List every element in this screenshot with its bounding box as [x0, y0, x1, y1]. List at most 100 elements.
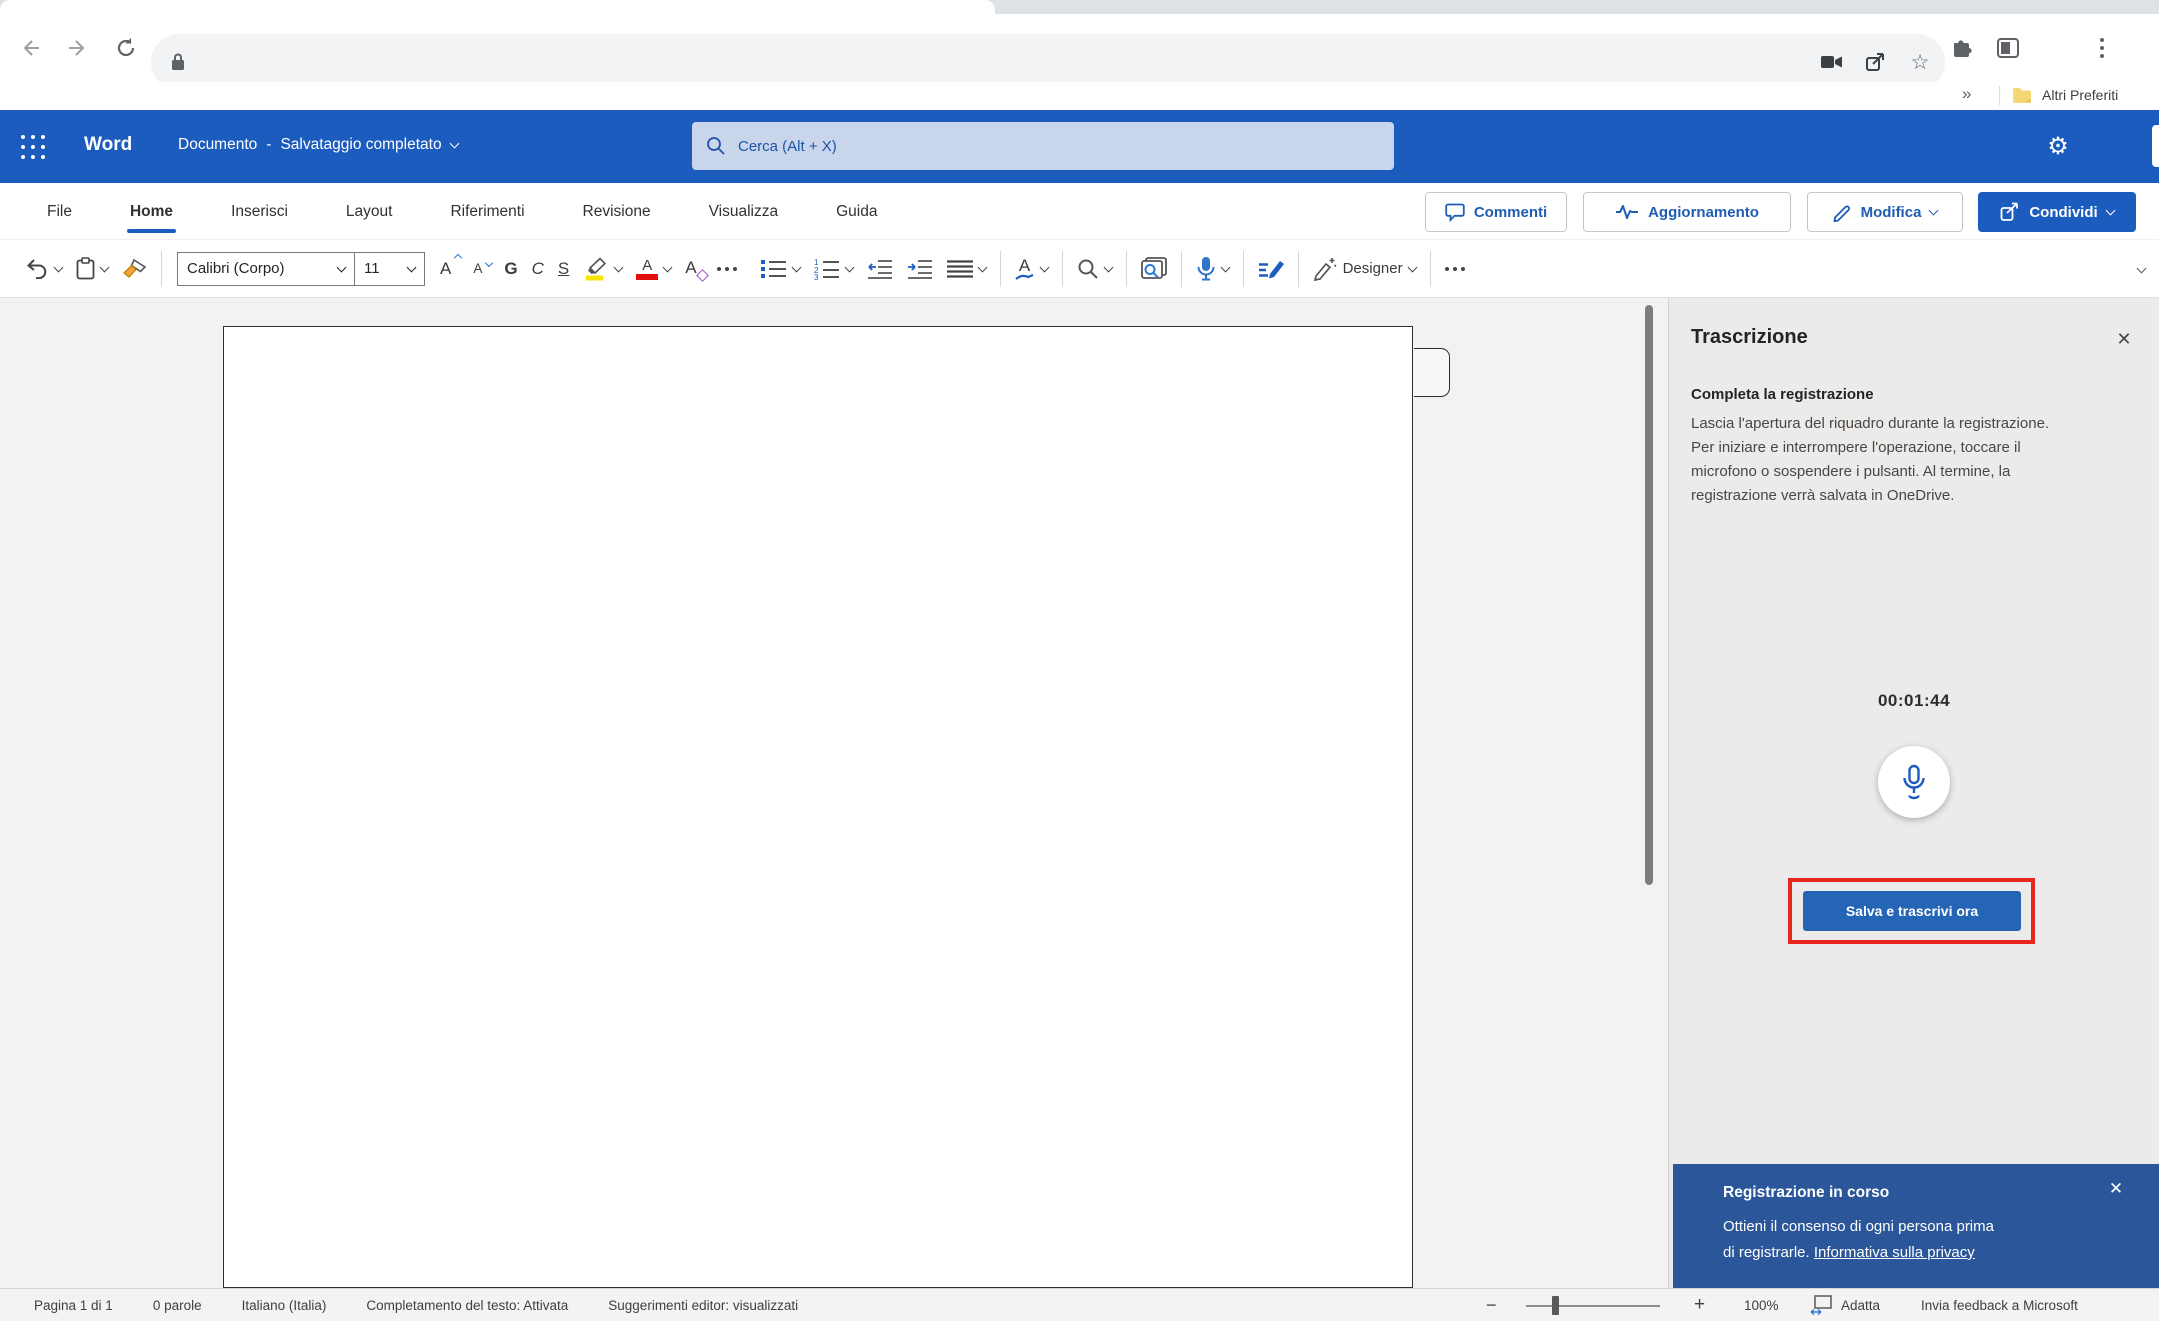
find-button[interactable]	[1070, 252, 1119, 286]
decrease-indent-button[interactable]	[860, 253, 900, 285]
more-toolbar-button[interactable]	[1438, 261, 1472, 277]
feedback-link[interactable]: Invia feedback a Microsoft	[1921, 1289, 2078, 1321]
fit-width-button[interactable]: Adatta	[1841, 1289, 1880, 1321]
language-indicator[interactable]: Italiano (Italia)	[242, 1298, 327, 1313]
font-color-button[interactable]: A	[629, 252, 678, 286]
document-title[interactable]: Documento - Salvataggio completato	[178, 136, 458, 154]
editing-mode-button[interactable]: Modifica	[1807, 192, 1963, 232]
document-canvas: Trascrizione ✕ Completa la registrazione…	[0, 298, 2159, 1288]
toolbar-divider	[1181, 251, 1182, 287]
document-name: Documento	[178, 136, 257, 154]
format-painter-icon	[122, 258, 147, 280]
share-icon[interactable]	[1861, 47, 1891, 77]
toolbar-divider	[1298, 251, 1299, 287]
back-icon[interactable]	[14, 32, 46, 64]
word-count[interactable]: 0 parole	[153, 1298, 202, 1313]
pause-record-button[interactable]	[1878, 746, 1950, 818]
zoom-slider-track[interactable]	[1526, 1305, 1660, 1307]
extensions-icon[interactable]	[1946, 32, 1978, 64]
zoom-in-button[interactable]: +	[1694, 1289, 1705, 1321]
chevron-down-icon	[2105, 206, 2115, 216]
bullet-list-button[interactable]	[754, 252, 807, 285]
reload-icon[interactable]	[110, 32, 142, 64]
tab-revisione[interactable]: Revisione	[554, 183, 680, 240]
dictate-button[interactable]	[1189, 250, 1236, 288]
page-count[interactable]: Pagina 1 di 1	[34, 1298, 113, 1313]
tab-guida[interactable]: Guida	[807, 183, 906, 240]
url-input[interactable]	[193, 54, 1817, 71]
font-name-select[interactable]: Calibri (Corpo)	[178, 253, 354, 285]
privacy-link[interactable]: Informativa sulla privacy	[1814, 1244, 1975, 1261]
grow-font-button[interactable]: A	[433, 253, 466, 285]
zoom-out-button[interactable]: −	[1486, 1289, 1497, 1321]
highlight-button[interactable]	[576, 250, 629, 287]
word-search-box[interactable]	[692, 122, 1394, 170]
chevron-down-icon	[1039, 262, 1049, 272]
alignment-button[interactable]	[940, 254, 993, 284]
tab-riferimenti[interactable]: Riferimenti	[421, 183, 553, 240]
format-painter-button[interactable]	[115, 252, 154, 286]
ribbon-tab-row: File Home Inserisci Layout Riferimenti R…	[0, 183, 2159, 240]
paste-button[interactable]	[69, 251, 115, 286]
chevron-down-icon	[614, 262, 624, 272]
immersive-reader-button[interactable]	[1134, 251, 1174, 287]
folder-icon	[2012, 87, 2032, 104]
font-size-value: 11	[364, 260, 380, 277]
tab-file[interactable]: File	[18, 183, 101, 240]
undo-button[interactable]	[18, 252, 69, 285]
close-icon[interactable]: ✕	[2103, 1176, 2129, 1202]
italic-button[interactable]: C	[525, 254, 551, 283]
clear-formatting-button[interactable]: A	[678, 253, 703, 284]
tab-visualizza[interactable]: Visualizza	[680, 183, 808, 240]
comment-anchor-tab[interactable]	[1414, 348, 1450, 397]
gear-icon[interactable]: ⚙	[2040, 128, 2076, 164]
clear-formatting-icon: A	[685, 259, 696, 278]
tab-inserisci[interactable]: Inserisci	[202, 183, 317, 240]
share-button[interactable]: Condividi	[1978, 192, 2136, 232]
status-bar: Pagina 1 di 1 0 parole Italiano (Italia)…	[0, 1288, 2159, 1321]
browser-active-tab[interactable]	[0, 0, 995, 14]
more-font-options-button[interactable]	[710, 261, 744, 277]
document-page[interactable]	[223, 326, 1413, 1288]
increase-indent-button[interactable]	[900, 253, 940, 285]
bookmarks-bar: » Altri Preferiti	[0, 82, 2159, 110]
camera-icon[interactable]	[1817, 47, 1847, 77]
bookmark-star-icon[interactable]: ☆	[1905, 47, 1935, 77]
zoom-slider-handle[interactable]	[1552, 1296, 1559, 1315]
save-and-transcribe-button[interactable]: Salva e trascrivi ora	[1803, 891, 2021, 931]
search-input[interactable]	[738, 138, 1380, 155]
account-avatar-partial[interactable]	[2152, 125, 2159, 167]
side-panel-icon[interactable]	[1992, 32, 2024, 64]
toast-title: Registrazione in corso	[1723, 1184, 1889, 1202]
comments-button[interactable]: Commenti	[1425, 192, 1567, 232]
close-icon[interactable]: ✕	[2111, 326, 2137, 352]
text-completion-status[interactable]: Completamento del testo: Attivata	[366, 1298, 568, 1313]
browser-menu-icon[interactable]	[2086, 32, 2118, 64]
app-launcher-icon[interactable]	[18, 133, 48, 161]
forward-icon[interactable]	[62, 32, 94, 64]
share-label: Condividi	[2029, 204, 2097, 221]
editor-button[interactable]	[1251, 251, 1291, 286]
font-size-select[interactable]: 11	[354, 253, 424, 285]
underline-button[interactable]: S	[551, 254, 576, 283]
toolbar-divider	[1243, 251, 1244, 287]
bookmarks-overflow-icon[interactable]: »	[1962, 84, 1971, 104]
chevron-down-icon	[337, 262, 347, 272]
bookmarks-folder-label[interactable]: Altri Preferiti	[2042, 87, 2118, 103]
bold-button[interactable]: G	[497, 254, 524, 283]
styles-button[interactable]: A	[1008, 251, 1055, 287]
designer-button[interactable]: Designer	[1306, 251, 1423, 287]
vertical-scrollbar[interactable]	[1645, 305, 1653, 885]
font-color-icon: A	[636, 258, 658, 280]
decrease-indent-icon	[867, 259, 893, 279]
editor-suggestions-status[interactable]: Suggerimenti editor: visualizzati	[608, 1298, 798, 1313]
app-name[interactable]: Word	[84, 134, 132, 156]
shrink-font-button[interactable]: A	[466, 255, 497, 282]
zoom-level[interactable]: 100%	[1744, 1289, 1779, 1321]
catch-up-button[interactable]: Aggiornamento	[1583, 192, 1791, 232]
tab-layout[interactable]: Layout	[317, 183, 422, 240]
numbered-list-button[interactable]: 1 2 3	[807, 252, 860, 286]
tab-home[interactable]: Home	[101, 183, 202, 240]
ellipsis-icon	[717, 267, 737, 271]
dictate-mic-icon	[1196, 256, 1216, 282]
